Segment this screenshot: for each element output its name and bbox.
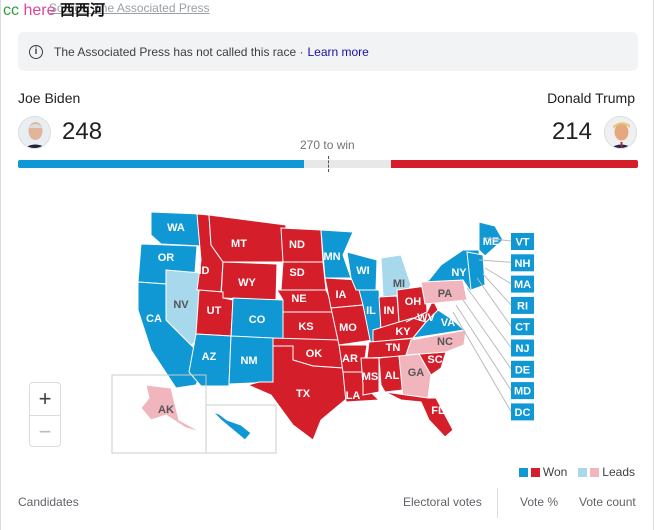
legend-leads: Leads (602, 465, 635, 479)
state-label-ky: KY (395, 326, 411, 338)
state-label-ar: AR (342, 353, 358, 365)
candidate-name-biden: Joe Biden (18, 90, 81, 106)
map-zoom-controls: + − (29, 382, 61, 447)
state-label-wa: WA (167, 222, 185, 234)
state-label-mi: MI (393, 278, 405, 290)
electoral-votes-biden: 248 (62, 118, 103, 145)
state-label-sc: SC (427, 354, 442, 366)
dem-won-swatch (518, 467, 528, 477)
state-label-nd: ND (289, 239, 305, 251)
electoral-map[interactable]: WA OR CA NV ID MT WY UT CO AZ NM ND SD NE KS OK TX MN IA MO… (1, 195, 654, 460)
leader-line-ma (484, 267, 512, 285)
small-state-ri[interactable]: RI (511, 296, 534, 314)
small-state-ct[interactable]: CT (511, 318, 534, 336)
map-legend: Won Leads (518, 465, 635, 479)
electoral-votes-trump: 214 (551, 118, 592, 145)
header-vote-count: Vote count (579, 495, 636, 509)
header-vote-pct: Vote % (520, 495, 559, 509)
zoom-out-button[interactable]: − (30, 415, 60, 447)
state-label-ne: NE (291, 293, 306, 305)
state-label-il: IL (366, 305, 376, 317)
state-label-az: AZ (202, 351, 217, 363)
state-label-wi: WI (356, 265, 369, 277)
small-state-label: DE (515, 364, 530, 376)
state-label-wv: WV (417, 312, 435, 324)
learn-more-link[interactable]: Learn more (307, 45, 368, 59)
leader-line-md (455, 304, 512, 391)
state-label-ga: GA (408, 367, 425, 379)
state-label-or: OR (158, 252, 175, 264)
info-icon: i (29, 44, 43, 59)
threshold-label: 270 to win (300, 138, 355, 152)
small-state-ma[interactable]: MA (511, 275, 534, 293)
state-label-oh: OH (405, 296, 422, 308)
small-state-label: DC (515, 407, 531, 419)
zoom-in-button[interactable]: + (30, 383, 60, 415)
small-state-label: RI (517, 300, 528, 312)
race-not-called-notice: i The Associated Press has not called th… (18, 32, 638, 71)
state-label-va: VA (441, 317, 456, 329)
small-state-label: MD (514, 386, 531, 398)
state-label-sd: SD (289, 267, 304, 279)
rep-won-swatch (530, 467, 540, 477)
small-state-md[interactable]: MD (511, 382, 534, 400)
small-state-dc[interactable]: DC (511, 403, 534, 421)
rep-leads-swatch (590, 467, 600, 477)
watermark: cc here 西西河 (3, 1, 105, 19)
state-label-ms: MS (362, 371, 379, 383)
small-state-vt[interactable]: VT (511, 233, 534, 250)
state-label-in: IN (384, 305, 395, 317)
state-label-al: AL (385, 370, 400, 382)
state-label-ks: KS (298, 321, 313, 333)
trump-bar-fill (391, 160, 638, 168)
state-label-id: ID (199, 265, 210, 277)
state-label-la: LA (346, 390, 361, 402)
small-state-label: CT (515, 322, 530, 334)
small-state-nj[interactable]: NJ (511, 339, 534, 357)
dem-leads-swatch (578, 467, 588, 477)
small-state-de[interactable]: DE (511, 360, 534, 378)
state-label-nm: NM (240, 355, 257, 367)
leader-line-de (462, 299, 512, 370)
state-label-nv: NV (173, 299, 189, 311)
state-mt[interactable] (208, 214, 287, 263)
small-state-label: MA (514, 279, 531, 291)
small-state-label: VT (515, 237, 529, 249)
threshold-marker (328, 156, 329, 172)
state-label-pa: PA (438, 288, 453, 300)
state-label-wy: WY (238, 277, 256, 289)
biden-bar-fill (18, 160, 304, 168)
state-label-ca: CA (146, 313, 162, 325)
small-state-label: NH (515, 258, 531, 270)
state-label-ut: UT (207, 305, 222, 317)
state-label-ok: OK (306, 348, 323, 360)
state-label-mo: MO (339, 322, 357, 334)
notice-text: The Associated Press has not called this… (54, 44, 304, 59)
state-label-mn: MN (323, 251, 340, 263)
header-electoral-votes: Electoral votes (403, 495, 482, 509)
state-label-mt: MT (231, 238, 247, 250)
state-label-tn: TN (386, 342, 401, 354)
header-candidates: Candidates (18, 495, 79, 509)
small-state-nh[interactable]: NH (511, 254, 534, 272)
election-results-card: Source: The Associated Press cc here 西西河… (0, 0, 654, 530)
state-label-ak: AK (158, 404, 174, 416)
avatar-biden (18, 116, 51, 149)
leader-line-ri (482, 273, 512, 306)
legend-won: Won (542, 465, 568, 479)
candidate-name-trump: Donald Trump (547, 90, 635, 106)
state-label-tx: TX (296, 388, 311, 400)
small-state-label: NJ (515, 343, 529, 355)
leader-line-ct (476, 277, 512, 327)
state-label-ia: IA (336, 289, 347, 301)
state-label-fl: FL (431, 405, 445, 417)
state-label-hi: HI (226, 431, 237, 443)
state-label-ny: NY (451, 267, 467, 279)
state-label-nc: NC (437, 336, 453, 348)
state-label-co: CO (249, 314, 266, 326)
avatar-trump (604, 116, 637, 149)
